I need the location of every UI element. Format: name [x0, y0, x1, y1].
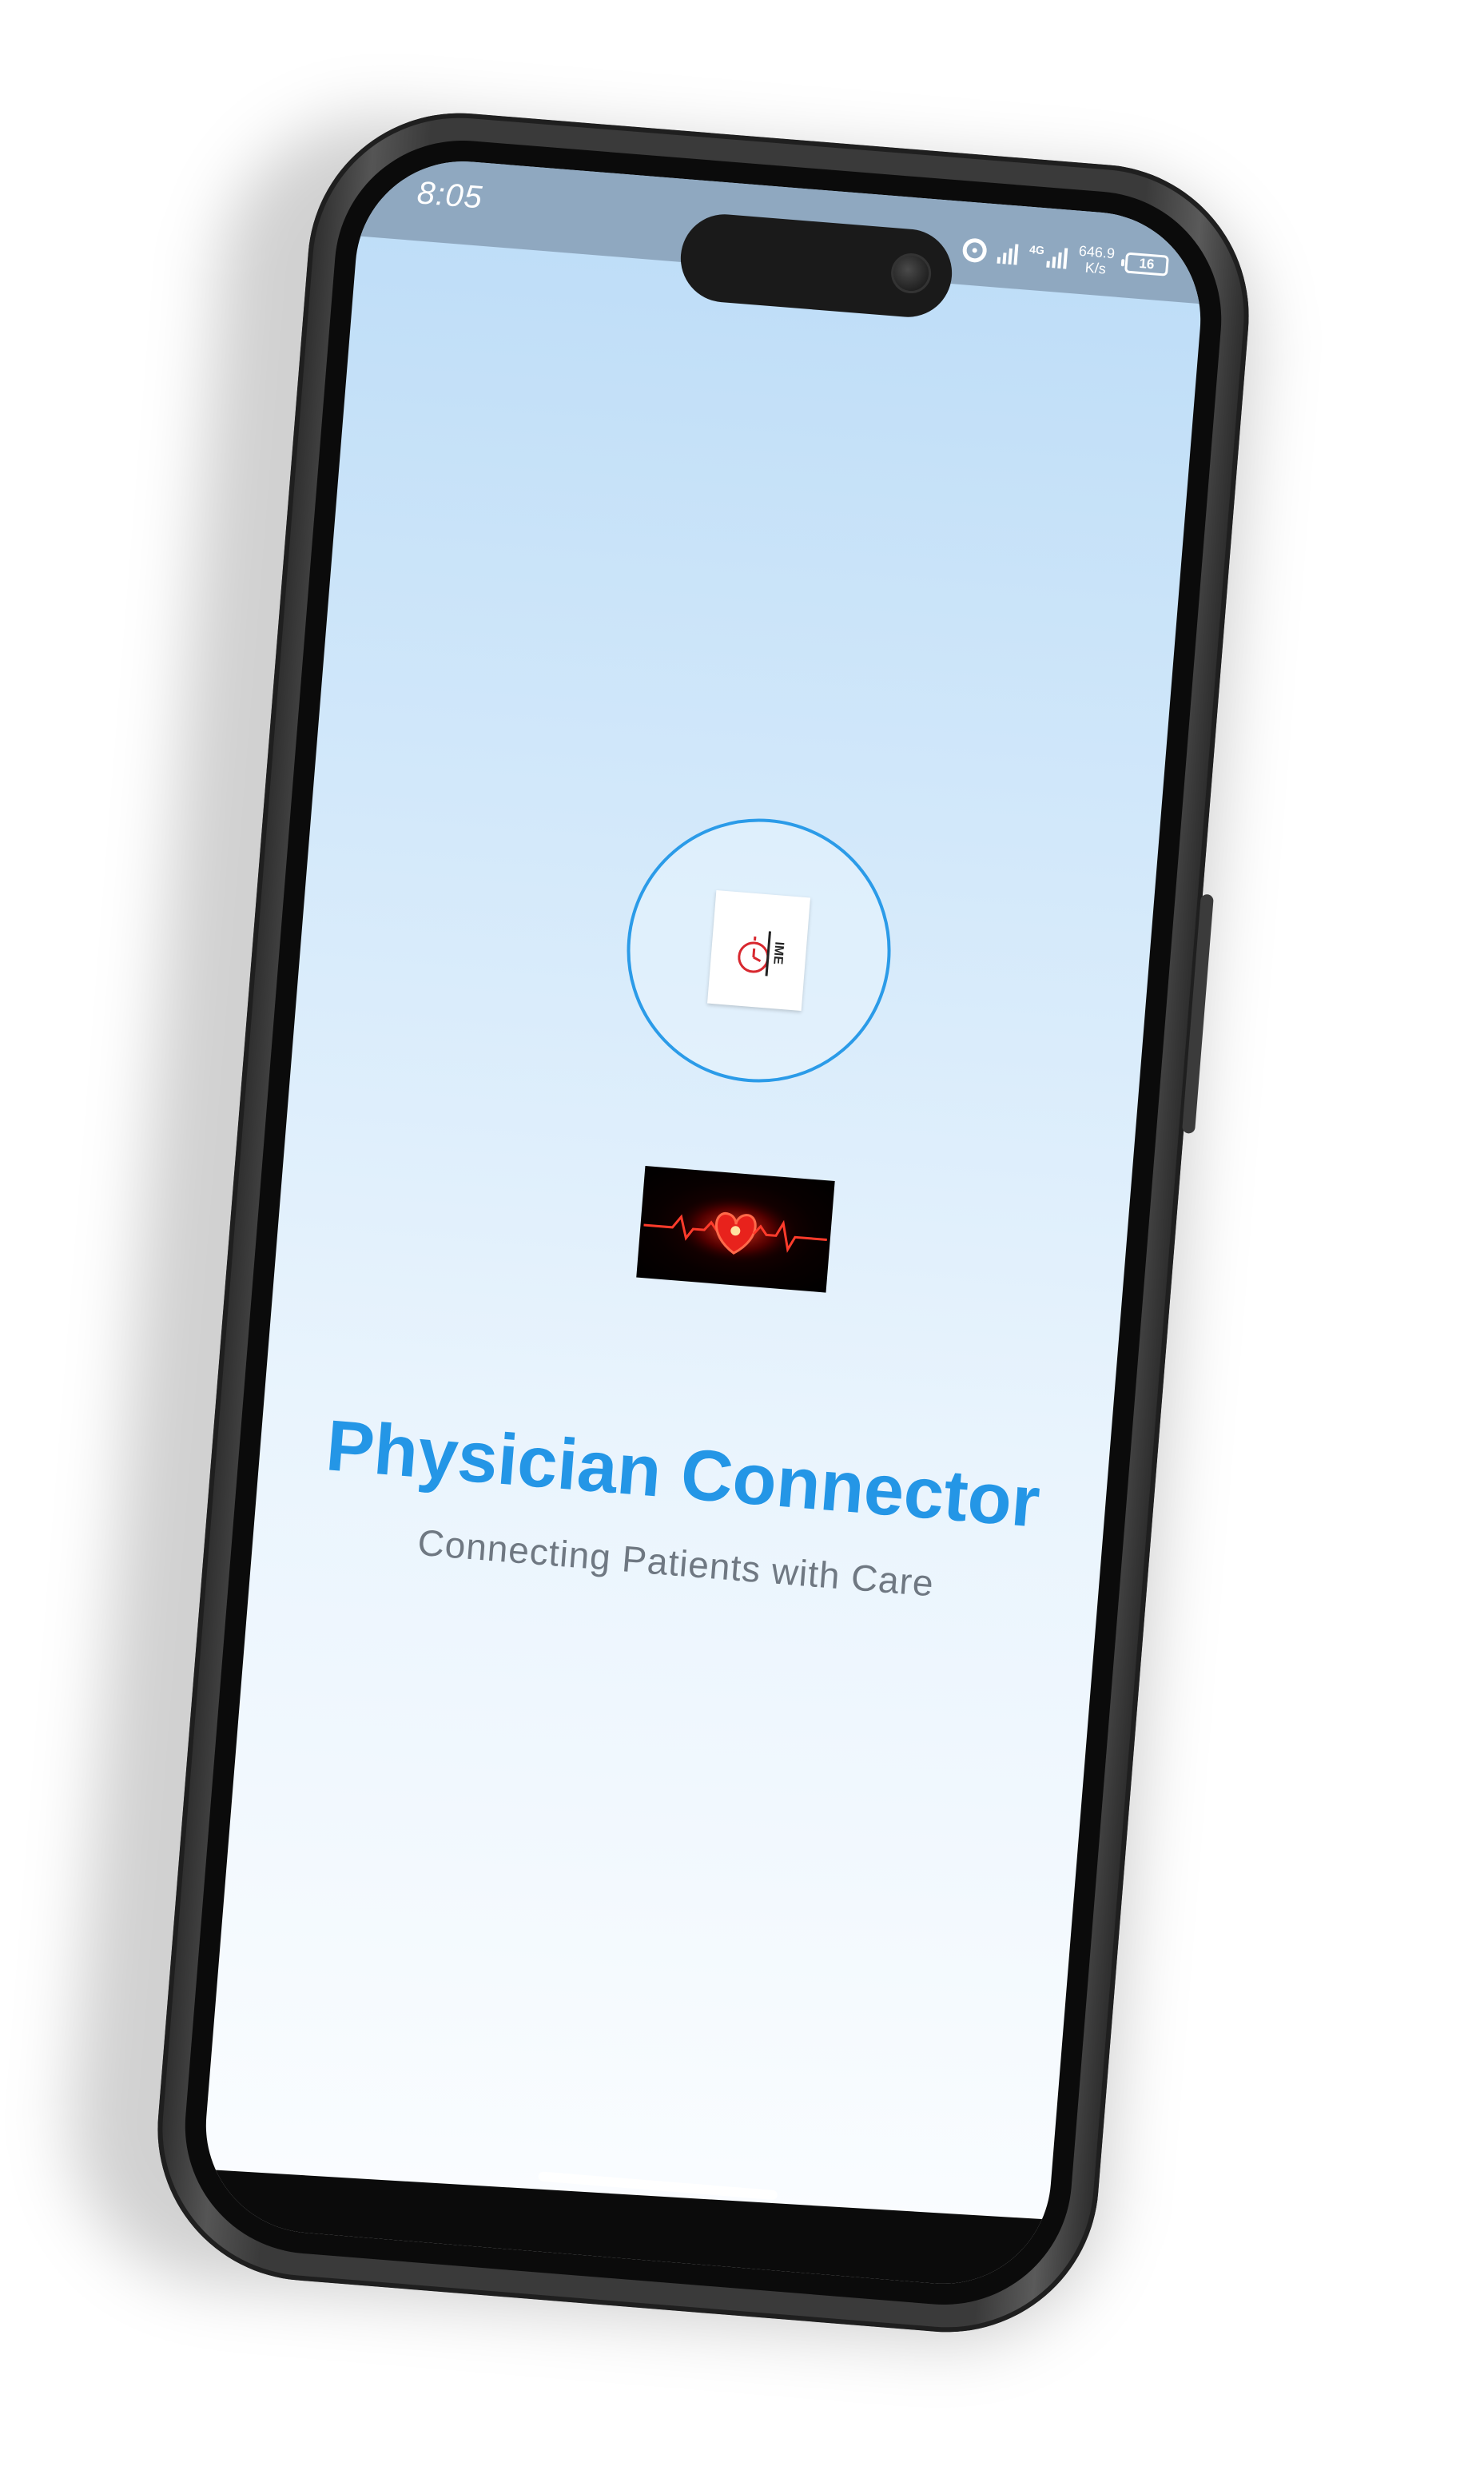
battery-icon: 16 [1124, 252, 1169, 276]
app-logo: IME [707, 889, 811, 1011]
clock-icon: IME [738, 931, 786, 976]
splash-screen: 8:05 4G 646.9 K/s 16 IME Physician Conne… [197, 153, 1209, 2293]
phone: 8:05 4G 646.9 K/s 16 IME Physician Conne… [145, 101, 1261, 2344]
network-speed: 646.9 K/s [1077, 243, 1116, 277]
app-logo-ring: IME [616, 808, 901, 1093]
signal-icon [997, 241, 1019, 265]
status-time: 8:05 [416, 175, 484, 216]
heartbeat-icon [643, 1193, 827, 1265]
heartbeat-banner [636, 1165, 835, 1293]
logo-text: IME [770, 941, 786, 965]
device-mockup: 8:05 4G 646.9 K/s 16 IME Physician Conne… [0, 0, 1484, 2474]
network-speed-unit: K/s [1084, 259, 1107, 277]
status-icons: 4G 646.9 K/s 16 [961, 225, 1171, 289]
network-speed-value: 646.9 [1078, 242, 1116, 262]
mobile-data-indicator: 4G [1028, 242, 1068, 269]
signal-icon [1046, 245, 1068, 269]
hotspot-icon [961, 237, 989, 264]
network-type-label: 4G [1028, 242, 1045, 257]
battery-level: 16 [1138, 255, 1156, 272]
camera-icon [889, 252, 933, 295]
